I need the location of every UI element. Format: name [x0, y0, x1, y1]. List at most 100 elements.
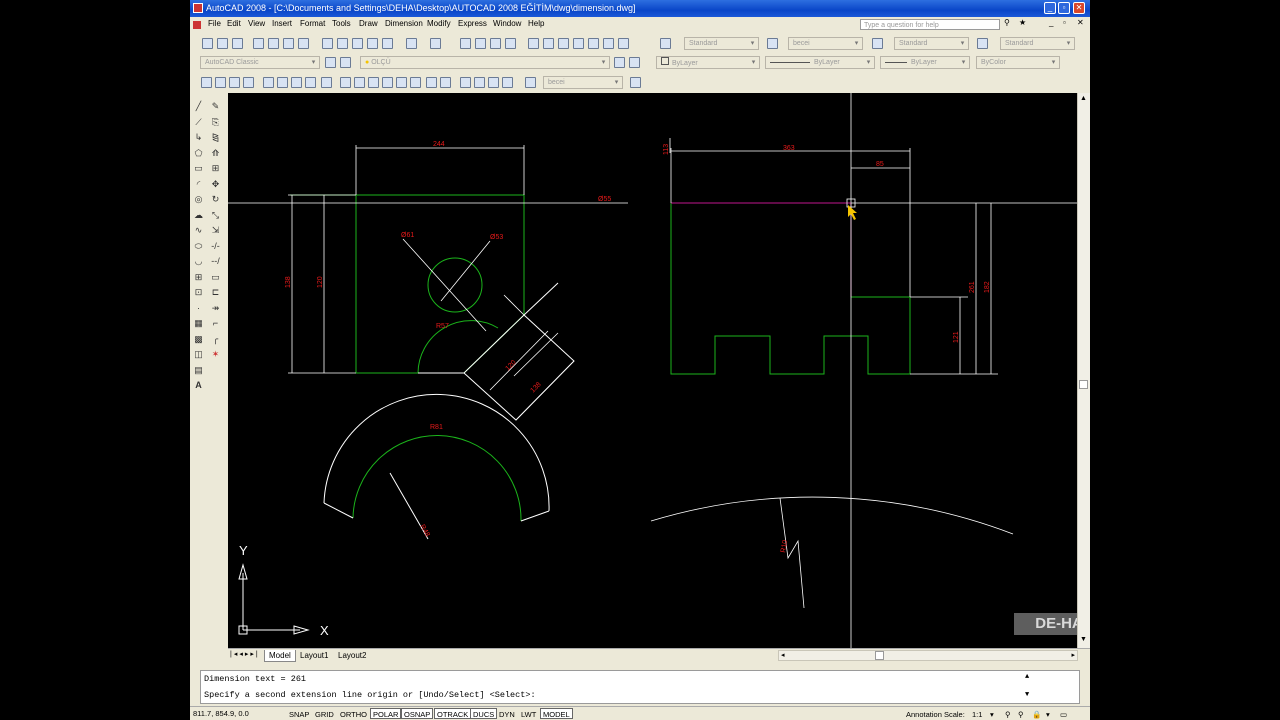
- otrack-toggle[interactable]: OTRACK: [434, 708, 472, 719]
- pan-icon[interactable]: [460, 38, 471, 49]
- lock-icon[interactable]: 🔒: [1032, 710, 1041, 719]
- zoom-previous-icon[interactable]: [505, 38, 516, 49]
- annotation-visibility-icon[interactable]: ⚲: [1005, 710, 1011, 719]
- match-properties-icon[interactable]: [367, 38, 378, 49]
- polygon-icon[interactable]: ⬠: [193, 148, 204, 159]
- text-style-select[interactable]: Standard ▾: [684, 37, 759, 50]
- color-select[interactable]: ByLayer ▾: [656, 56, 760, 69]
- baseline-icon[interactable]: [340, 77, 351, 88]
- continue-icon[interactable]: [354, 77, 365, 88]
- table-style-select[interactable]: Standard ▾: [894, 37, 969, 50]
- menu-edit[interactable]: Edit: [227, 19, 241, 28]
- menu-express[interactable]: Express: [458, 19, 487, 28]
- scroll-down-icon[interactable]: ▼: [1080, 636, 1087, 643]
- doc-close-button[interactable]: ✕: [1077, 18, 1084, 27]
- radius-dim-icon[interactable]: [263, 77, 274, 88]
- rectangle-icon[interactable]: ▭: [193, 163, 204, 174]
- scale-icon[interactable]: ⤡: [210, 210, 221, 221]
- tab-model[interactable]: Model: [264, 650, 296, 662]
- annotation-scale-value[interactable]: 1:1: [972, 710, 982, 719]
- arc-icon[interactable]: ◜: [193, 179, 204, 190]
- osnap-toggle[interactable]: OSNAP: [401, 708, 434, 719]
- block-editor-icon[interactable]: [382, 38, 393, 49]
- dyn-toggle[interactable]: DYN: [496, 708, 518, 719]
- dim-space-icon[interactable]: [368, 77, 379, 88]
- chamfer-icon[interactable]: ⌐: [210, 318, 221, 329]
- menu-modify[interactable]: Modify: [427, 19, 451, 28]
- mtext-icon[interactable]: A: [193, 380, 204, 391]
- plot-preview-icon[interactable]: [268, 38, 279, 49]
- dim-style-manager-icon[interactable]: [525, 77, 536, 88]
- search-icon[interactable]: ⚲: [1004, 18, 1010, 27]
- design-center-icon[interactable]: [543, 38, 554, 49]
- help-search-input[interactable]: Type a question for help: [860, 19, 1000, 30]
- fillet-icon[interactable]: ╭: [210, 334, 221, 345]
- break-at-point-icon[interactable]: ▭: [210, 272, 221, 283]
- dim-text-edit-icon[interactable]: [474, 77, 485, 88]
- copy-icon[interactable]: [337, 38, 348, 49]
- coordinate-readout[interactable]: 811.7, 854.9, 0.0: [193, 709, 249, 718]
- copy-object-icon[interactable]: ⎘: [210, 117, 221, 128]
- scroll-up-icon[interactable]: ▲: [1025, 673, 1029, 681]
- break-icon[interactable]: ⊏: [210, 287, 221, 298]
- redo-icon[interactable]: [430, 38, 441, 49]
- circle-icon[interactable]: ◎: [193, 194, 204, 205]
- auto-scale-icon[interactable]: ⚲: [1018, 710, 1024, 719]
- lwt-toggle[interactable]: LWT: [518, 708, 539, 719]
- revision-cloud-icon[interactable]: ☁: [193, 210, 204, 221]
- tab-nav-arrows-icon[interactable]: |◂◂▸▸|: [230, 650, 260, 658]
- paste-icon[interactable]: [352, 38, 363, 49]
- dim-break-icon[interactable]: [382, 77, 393, 88]
- insert-block-icon[interactable]: ⊞: [193, 272, 204, 283]
- jogged-dim-icon[interactable]: [277, 77, 288, 88]
- snap-toggle[interactable]: SNAP: [286, 708, 312, 719]
- undo-icon[interactable]: [406, 38, 417, 49]
- mirror-icon[interactable]: ⧎: [210, 132, 221, 143]
- linear-dim-icon[interactable]: [201, 77, 212, 88]
- stretch-icon[interactable]: ⇲: [210, 225, 221, 236]
- document-icon[interactable]: [193, 21, 201, 29]
- publish-icon[interactable]: [283, 38, 294, 49]
- extend-icon[interactable]: --/: [210, 256, 221, 267]
- 3d-dwf-icon[interactable]: [298, 38, 309, 49]
- dim-override-icon[interactable]: [502, 77, 513, 88]
- save-icon[interactable]: [232, 38, 243, 49]
- construction-line-icon[interactable]: ⟋: [193, 117, 204, 128]
- plot-icon[interactable]: [253, 38, 264, 49]
- diameter-dim-icon[interactable]: [291, 77, 302, 88]
- layer-previous-icon[interactable]: [629, 57, 640, 68]
- cut-icon[interactable]: [322, 38, 333, 49]
- arc-length-icon[interactable]: [229, 77, 240, 88]
- quickcalc-icon[interactable]: [603, 38, 614, 49]
- model-toggle[interactable]: MODEL: [540, 708, 573, 719]
- status-tray-icon[interactable]: ▾: [1046, 710, 1050, 719]
- chevron-down-icon[interactable]: ▾: [990, 710, 994, 719]
- move-icon[interactable]: ✥: [210, 179, 221, 190]
- inspect-icon[interactable]: [426, 77, 437, 88]
- tool-palettes-icon[interactable]: [558, 38, 569, 49]
- menu-draw[interactable]: Draw: [359, 19, 378, 28]
- scrollbar-thumb[interactable]: [1079, 380, 1088, 389]
- lineweight-select[interactable]: ByLayer ▾: [880, 56, 970, 69]
- autocad-app-icon[interactable]: [193, 3, 203, 13]
- star-icon[interactable]: ★: [1019, 18, 1026, 27]
- command-line-window[interactable]: Dimension text = 261 Specify a second ex…: [200, 670, 1080, 704]
- dim-edit-icon[interactable]: [460, 77, 471, 88]
- menu-help[interactable]: Help: [528, 19, 544, 28]
- tab-layout1[interactable]: Layout1: [296, 650, 332, 661]
- hatch-icon[interactable]: ▦: [193, 318, 204, 329]
- open-icon[interactable]: [217, 38, 228, 49]
- text-style-icon[interactable]: [660, 38, 671, 49]
- polyline-icon[interactable]: ↳: [193, 132, 204, 143]
- mleader-style-icon[interactable]: [977, 38, 988, 49]
- tolerance-icon[interactable]: [396, 77, 407, 88]
- menu-window[interactable]: Window: [493, 19, 521, 28]
- markup-icon[interactable]: [588, 38, 599, 49]
- make-current-icon[interactable]: [614, 57, 625, 68]
- menu-file[interactable]: File: [208, 19, 221, 28]
- dimension-style-select[interactable]: becei ▾: [543, 76, 623, 89]
- center-mark-icon[interactable]: [410, 77, 421, 88]
- tab-layout2[interactable]: Layout2: [334, 650, 370, 661]
- jogged-linear-icon[interactable]: [440, 77, 451, 88]
- workspace-settings-icon[interactable]: [325, 57, 336, 68]
